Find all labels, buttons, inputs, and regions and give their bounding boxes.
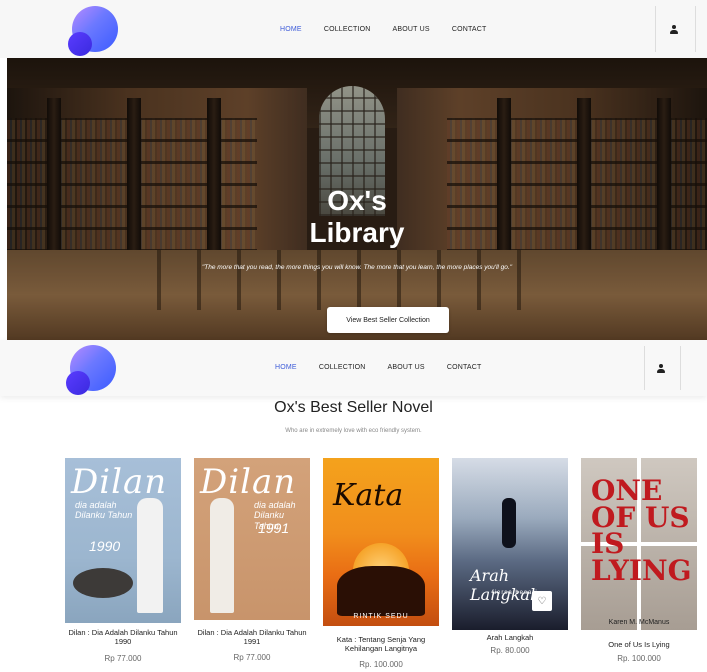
- nav-about-us[interactable]: ABOUT US: [388, 364, 425, 371]
- hero-quote: "The more that you read, the more things…: [201, 264, 513, 271]
- book-title[interactable]: Kata : Tentang Senja Yang Kehilangan Lan…: [323, 635, 439, 654]
- book-cover[interactable]: ONE OF US IS LYING Karen M. McManus: [581, 458, 697, 630]
- book-title[interactable]: One of Us Is Lying: [581, 640, 697, 649]
- book-title[interactable]: Dilan : Dia Adalah Dilanku Tahun 1991: [194, 628, 310, 647]
- sticky-navbar: HOME COLLECTION ABOUT US CONTACT: [0, 340, 707, 396]
- nav-divider: [644, 346, 645, 390]
- user-icon[interactable]: [656, 364, 666, 374]
- cover-title: ONE OF US IS LYING: [591, 474, 692, 587]
- nav-divider: [655, 6, 656, 52]
- nav-collection[interactable]: COLLECTION: [319, 364, 366, 371]
- user-icon[interactable]: [669, 25, 679, 35]
- cover-subtitle: dia adalah Dilanku Tahun: [75, 500, 133, 521]
- nav-contact[interactable]: CONTACT: [447, 364, 482, 371]
- view-best-seller-button[interactable]: View Best Seller Collection: [327, 307, 449, 333]
- book-price: Rp 77.000: [104, 654, 142, 663]
- book-price: Rp 77.000: [233, 653, 271, 662]
- hero-title-line1: Ox's: [327, 185, 387, 216]
- top-navbar: HOME COLLECTION ABOUT US CONTACT: [0, 0, 707, 58]
- figure-illustration: [210, 498, 234, 613]
- cover-author: Karen M. McManus: [608, 619, 670, 626]
- book-price: Rp. 100.000: [359, 660, 403, 669]
- cover-title: Kata: [333, 478, 404, 513]
- book-title[interactable]: Dilan : Dia Adalah Dilanku Tahun 1990: [65, 628, 181, 647]
- nav-divider: [680, 346, 681, 390]
- cover-title: Dilan: [200, 462, 297, 502]
- book-cover[interactable]: Dilan dia adalah Dilanku Tahun 1991: [194, 458, 310, 620]
- nav-collection[interactable]: COLLECTION: [324, 26, 371, 33]
- motorcycle-illustration: [73, 568, 133, 598]
- cover-title: Arah Langkah: [470, 566, 541, 604]
- logo-icon[interactable]: [68, 6, 118, 56]
- cover-year: 1990: [89, 538, 121, 554]
- cover-title: Dilan: [71, 462, 168, 502]
- nav-menu: HOME COLLECTION ABOUT US CONTACT: [280, 26, 509, 33]
- cover-year: 1991: [258, 520, 290, 536]
- book-title[interactable]: Arah Langkah: [452, 633, 568, 642]
- nav-contact[interactable]: CONTACT: [452, 26, 487, 33]
- heart-icon[interactable]: ♡: [532, 591, 552, 611]
- couple-illustration: [337, 566, 425, 616]
- section-subtitle: Who are in extremely love with eco frien…: [285, 428, 422, 434]
- hero-title-line2: Library: [309, 217, 405, 248]
- book-cover[interactable]: Dilan dia adalah Dilanku Tahun 1990: [65, 458, 181, 623]
- nav-divider: [695, 6, 696, 52]
- section-title: Ox's Best Seller Novel: [274, 399, 433, 416]
- cover-author: fiersa besari: [492, 590, 538, 596]
- book-price: Rp. 100.000: [617, 654, 661, 663]
- nav-home[interactable]: HOME: [280, 26, 302, 33]
- figure-illustration: [502, 498, 516, 548]
- cover-author: RINTIK SEDU: [353, 613, 409, 620]
- book-price: Rp. 80.000: [490, 646, 530, 655]
- book-cover[interactable]: Arah Langkah fiersa besari ♡: [452, 458, 568, 630]
- nav-home[interactable]: HOME: [275, 364, 297, 371]
- logo-icon[interactable]: [66, 345, 116, 395]
- nav-about-us[interactable]: ABOUT US: [393, 26, 430, 33]
- hero-banner: Ox's Library "The more that you read, th…: [7, 58, 707, 340]
- book-cover[interactable]: Kata RINTIK SEDU: [323, 458, 439, 626]
- nav-menu: HOME COLLECTION ABOUT US CONTACT: [275, 364, 504, 371]
- figure-illustration: [137, 498, 163, 613]
